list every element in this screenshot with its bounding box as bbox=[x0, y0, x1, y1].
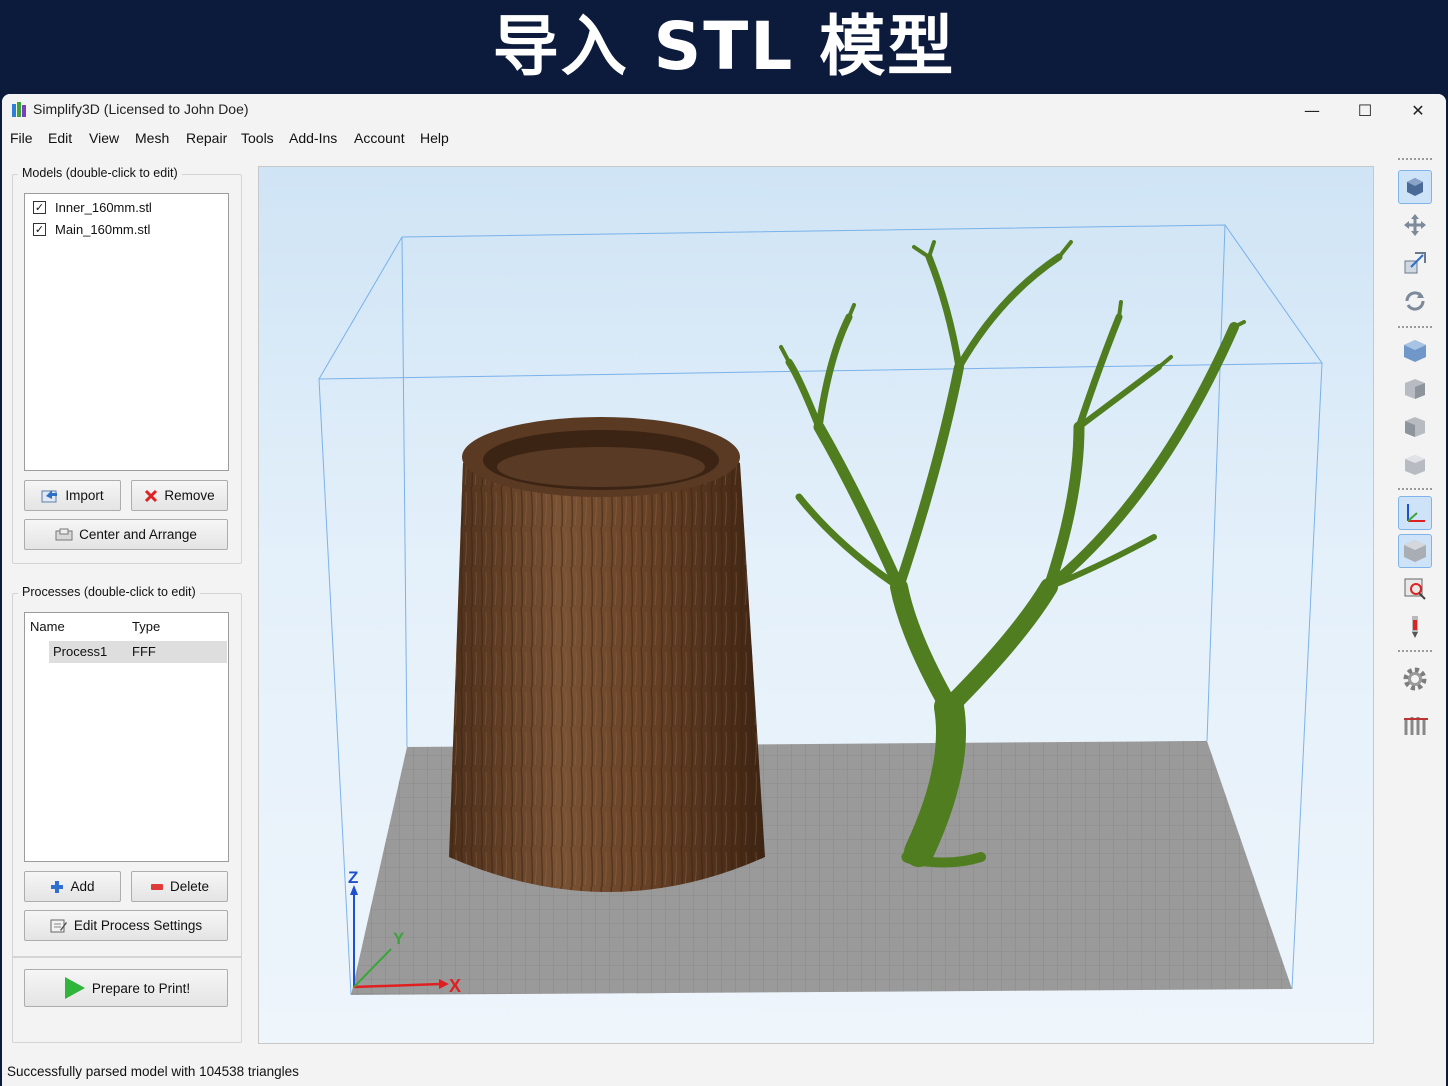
process-row[interactable]: Process1 FFF bbox=[49, 641, 227, 663]
menu-file[interactable]: File bbox=[10, 130, 33, 146]
minus-icon bbox=[150, 882, 164, 892]
remove-icon bbox=[144, 489, 158, 503]
processes-list[interactable]: Name Type Process1 FFF bbox=[24, 612, 229, 862]
title-bar: Simplify3D (Licensed to John Doe) — ☐ ✕ bbox=[2, 94, 1446, 126]
import-button[interactable]: Import bbox=[24, 480, 121, 511]
center-and-arrange-button[interactable]: Center and Arrange bbox=[24, 519, 228, 550]
minimize-button[interactable]: — bbox=[1286, 94, 1338, 126]
edit-settings-icon bbox=[50, 918, 68, 934]
model-name: Inner_160mm.stl bbox=[55, 199, 152, 215]
plus-icon bbox=[50, 880, 64, 894]
menu-repair[interactable]: Repair bbox=[186, 130, 227, 146]
move-icon[interactable] bbox=[1398, 208, 1432, 242]
toolbar-separator bbox=[1398, 158, 1432, 160]
add-process-button[interactable]: Add bbox=[24, 871, 121, 902]
process-name: Process1 bbox=[53, 644, 108, 659]
axis-label-z: Z bbox=[348, 868, 358, 887]
supports-icon[interactable] bbox=[1398, 708, 1432, 742]
view-front-icon[interactable] bbox=[1398, 372, 1432, 406]
toolbar-separator bbox=[1398, 488, 1432, 490]
model-item[interactable]: ✓ Inner_160mm.stl bbox=[33, 197, 152, 217]
divider bbox=[12, 956, 242, 958]
axis-label-x: X bbox=[449, 976, 461, 996]
axis-label-y: Y bbox=[393, 929, 405, 948]
simplify3d-logo-icon bbox=[12, 102, 26, 117]
menu-view[interactable]: View bbox=[89, 130, 119, 146]
play-icon bbox=[62, 976, 86, 1000]
menu-help[interactable]: Help bbox=[420, 130, 449, 146]
toolbar-separator bbox=[1398, 326, 1432, 328]
menu-tools[interactable]: Tools bbox=[241, 130, 274, 146]
menu-mesh[interactable]: Mesh bbox=[135, 130, 169, 146]
center-arrange-icon bbox=[55, 528, 73, 542]
app-window: Simplify3D (Licensed to John Doe) — ☐ ✕ … bbox=[2, 94, 1446, 1086]
column-header-type[interactable]: Type bbox=[132, 619, 160, 634]
view-top-icon[interactable] bbox=[1398, 448, 1432, 482]
banner-title: 导入 STL 模型 bbox=[492, 8, 956, 85]
settings-gear-icon[interactable] bbox=[1398, 662, 1432, 696]
maximize-button[interactable]: ☐ bbox=[1339, 94, 1391, 126]
model-checkbox[interactable]: ✓ bbox=[33, 200, 46, 214]
scale-icon[interactable] bbox=[1398, 246, 1432, 280]
toolbar-separator bbox=[1398, 650, 1432, 652]
models-list[interactable]: ✓ Inner_160mm.stl ✓ Main_160mm.stl bbox=[24, 193, 229, 471]
view-toolbar bbox=[1392, 154, 1442, 1054]
view-model-icon[interactable] bbox=[1398, 170, 1432, 204]
model-trunk[interactable] bbox=[449, 417, 765, 892]
import-icon bbox=[41, 488, 59, 504]
delete-process-button[interactable]: Delete bbox=[131, 871, 228, 902]
models-group-title: Models (double-click to edit) bbox=[18, 166, 182, 180]
banner: 导入 STL 模型 bbox=[0, 0, 1448, 94]
column-header-name[interactable]: Name bbox=[30, 619, 65, 634]
view-default-icon[interactable] bbox=[1398, 334, 1432, 368]
prepare-to-print-button[interactable]: Prepare to Print! bbox=[24, 969, 228, 1007]
processes-group-title: Processes (double-click to edit) bbox=[18, 585, 200, 599]
model-item[interactable]: ✓ Main_160mm.stl bbox=[33, 219, 150, 239]
scene: Z Y X bbox=[318, 224, 1323, 996]
nozzle-icon[interactable] bbox=[1398, 610, 1432, 644]
model-name: Main_160mm.stl bbox=[55, 221, 151, 237]
edit-process-settings-button[interactable]: Edit Process Settings bbox=[24, 910, 228, 941]
menu-account[interactable]: Account bbox=[354, 130, 405, 146]
remove-button[interactable]: Remove bbox=[131, 480, 228, 511]
view-side-icon[interactable] bbox=[1398, 410, 1432, 444]
menu-edit[interactable]: Edit bbox=[48, 130, 72, 146]
build-volume-toggle-icon[interactable] bbox=[1398, 534, 1432, 568]
axes-toggle-icon[interactable] bbox=[1398, 496, 1432, 530]
menu-bar: File Edit View Mesh Repair Tools Add-Ins… bbox=[2, 126, 1446, 150]
status-message: Successfully parsed model with 104538 tr… bbox=[7, 1064, 299, 1079]
close-button[interactable]: ✕ bbox=[1392, 94, 1444, 126]
zoom-fit-icon[interactable] bbox=[1398, 572, 1432, 606]
process-type: FFF bbox=[132, 644, 156, 659]
window-title: Simplify3D (Licensed to John Doe) bbox=[33, 101, 249, 117]
menu-add-ins[interactable]: Add-Ins bbox=[289, 130, 337, 146]
status-bar: Successfully parsed model with 104538 tr… bbox=[2, 1060, 1446, 1086]
model-checkbox[interactable]: ✓ bbox=[33, 222, 46, 236]
rotate-icon[interactable] bbox=[1398, 284, 1432, 318]
3d-viewport[interactable]: Z Y X bbox=[258, 166, 1374, 1044]
